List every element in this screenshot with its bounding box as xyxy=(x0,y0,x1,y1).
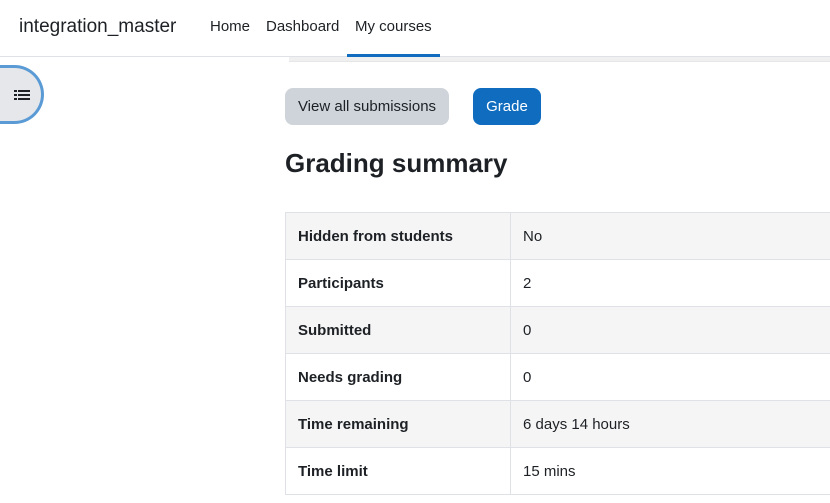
site-name[interactable]: integration_master xyxy=(19,16,176,38)
content-top-divider xyxy=(289,57,830,62)
grade-button[interactable]: Grade xyxy=(473,88,541,125)
grading-summary-heading: Grading summary xyxy=(285,148,508,178)
row-label: Submitted xyxy=(285,306,511,354)
course-index-toggle-button[interactable] xyxy=(0,65,44,124)
view-all-submissions-button[interactable]: View all submissions xyxy=(285,88,449,125)
nav-my-courses[interactable]: My courses xyxy=(347,18,440,57)
table-row: Needs grading 0 xyxy=(285,353,830,401)
row-label: Participants xyxy=(285,259,511,307)
nav-dashboard[interactable]: Dashboard xyxy=(266,18,339,35)
row-value: 2 xyxy=(510,259,830,307)
row-label: Time remaining xyxy=(285,400,511,448)
table-row: Time limit 15 mins xyxy=(285,447,830,495)
table-row: Submitted 0 xyxy=(285,306,830,354)
row-label: Time limit xyxy=(285,447,511,495)
top-navbar: integration_master Home Dashboard My cou… xyxy=(0,0,830,57)
row-label: Hidden from students xyxy=(285,212,511,260)
table-row: Time remaining 6 days 14 hours xyxy=(285,400,830,448)
row-value: 6 days 14 hours xyxy=(510,400,830,448)
nav-home[interactable]: Home xyxy=(210,18,250,35)
table-row: Hidden from students No xyxy=(285,212,830,260)
row-label: Needs grading xyxy=(285,353,511,401)
row-value: 0 xyxy=(510,353,830,401)
list-icon xyxy=(14,90,30,100)
row-value: 15 mins xyxy=(510,447,830,495)
row-value: 0 xyxy=(510,306,830,354)
grading-summary-table: Hidden from students No Participants 2 S… xyxy=(285,212,830,495)
table-row: Participants 2 xyxy=(285,259,830,307)
row-value: No xyxy=(510,212,830,260)
